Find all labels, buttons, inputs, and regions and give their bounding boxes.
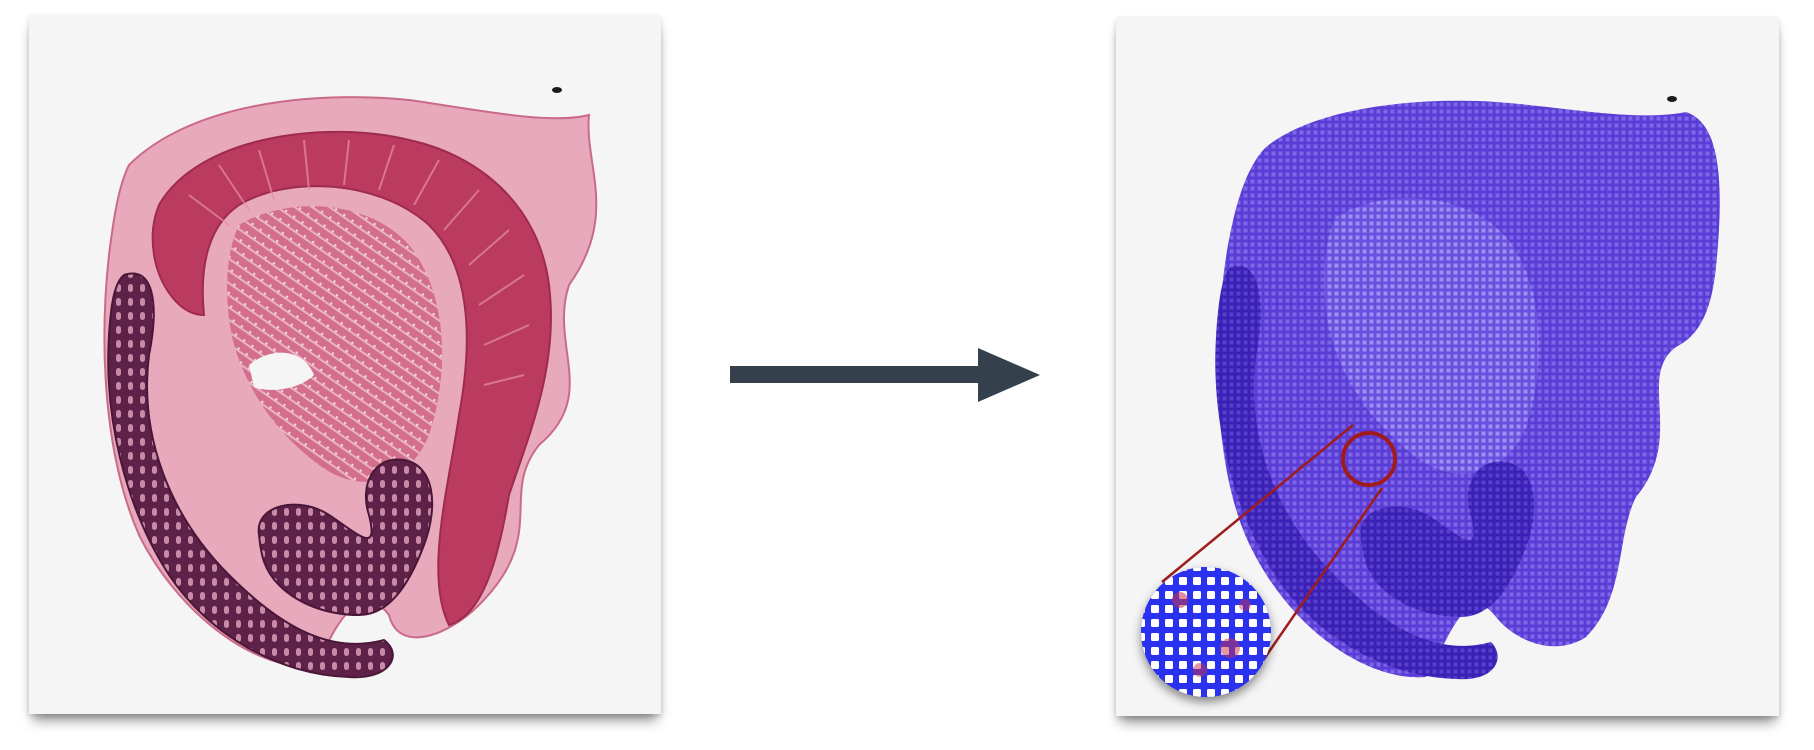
he-tissue-image-panel	[29, 15, 661, 714]
right-arrow-icon	[730, 348, 1040, 402]
spot-grid-tissue-image-panel	[1116, 17, 1779, 716]
he-tissue-image	[103, 87, 598, 679]
debris-speck	[552, 87, 562, 93]
spot-grid-tissue-image	[1215, 96, 1720, 680]
debris-speck	[1667, 96, 1677, 102]
